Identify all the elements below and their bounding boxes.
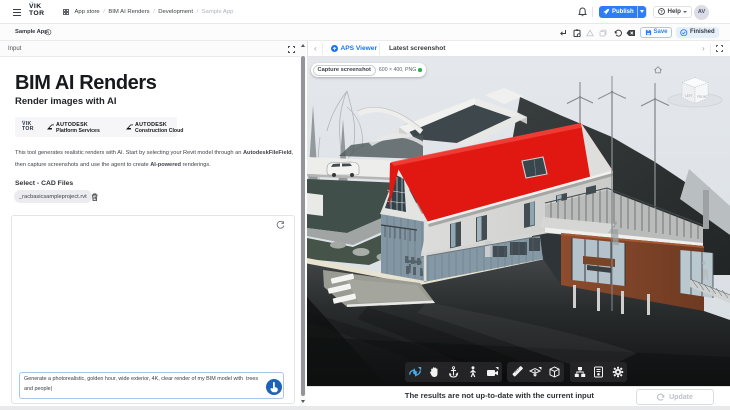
svg-text:FRONT: FRONT (697, 95, 708, 99)
svg-text:?: ? (660, 9, 663, 14)
svg-text:LEFT: LEFT (685, 94, 693, 98)
